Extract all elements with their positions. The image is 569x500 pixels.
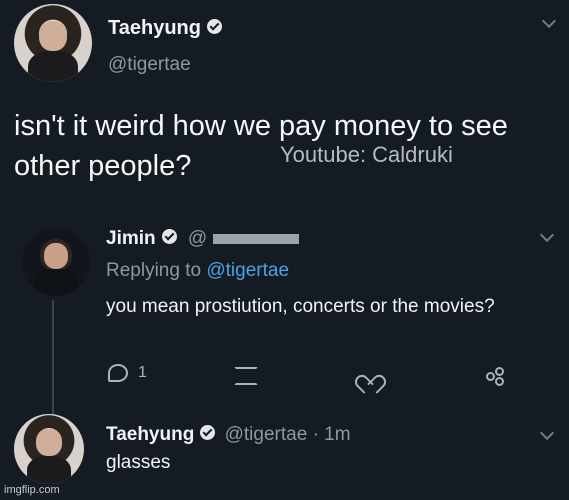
verified-icon: [206, 19, 222, 35]
chevron-down-icon[interactable]: [539, 227, 555, 243]
avatar-jimin[interactable]: [22, 228, 90, 296]
redacted-handle: [213, 233, 300, 244]
verified-icon: [161, 229, 177, 245]
replying-handle-link[interactable]: @tigertae: [206, 260, 289, 281]
author-handle[interactable]: @tigertae: [108, 54, 191, 76]
reply-text: you mean prostiution, concerts or the mo…: [106, 296, 495, 317]
reply2-time: · 1m: [312, 424, 351, 445]
avatar-face: [36, 429, 62, 456]
thread-line: [52, 300, 54, 420]
reply-action[interactable]: 1: [108, 364, 147, 382]
youtube-watermark: Youtube: Caldruki: [280, 142, 453, 167]
verified-icon: [200, 425, 216, 441]
avatar-taehyung[interactable]: [14, 4, 92, 82]
reply2-author-name-text: Taehyung: [106, 424, 195, 445]
share-action[interactable]: [486, 367, 504, 386]
like-action[interactable]: [360, 367, 378, 383]
tweet-actions: 1: [0, 364, 569, 392]
reply2-author-name[interactable]: Taehyung @tigertae · 1m: [106, 424, 351, 446]
author-name[interactable]: Taehyung: [108, 17, 222, 40]
reply-icon: [108, 364, 128, 382]
imgflip-watermark: imgflip.com: [4, 484, 60, 496]
reply-count: 1: [138, 364, 147, 381]
reply-author-name-text: Jimin: [106, 228, 156, 249]
avatar-taehyung[interactable]: [14, 414, 84, 484]
replying-to: Replying to @tigertae: [106, 260, 289, 282]
reply2-handle[interactable]: @tigertae: [225, 424, 308, 445]
replying-label: Replying to: [106, 260, 202, 281]
avatar-body: [34, 268, 78, 296]
retweet-icon: [234, 367, 258, 385]
chevron-down-icon[interactable]: [541, 13, 557, 29]
share-icon: [486, 367, 504, 386]
avatar-body: [26, 456, 72, 484]
avatar-body: [28, 50, 78, 82]
reply2-text: glasses: [106, 452, 171, 473]
reply-author-name[interactable]: Jimin @: [106, 228, 300, 250]
retweet-action[interactable]: [234, 367, 258, 385]
avatar-face: [43, 242, 69, 269]
reply-handle-prefix: @: [187, 228, 208, 249]
avatar-face: [38, 21, 68, 51]
author-name-text: Taehyung: [108, 17, 201, 39]
chevron-down-icon[interactable]: [539, 425, 555, 441]
like-icon: [360, 367, 378, 383]
